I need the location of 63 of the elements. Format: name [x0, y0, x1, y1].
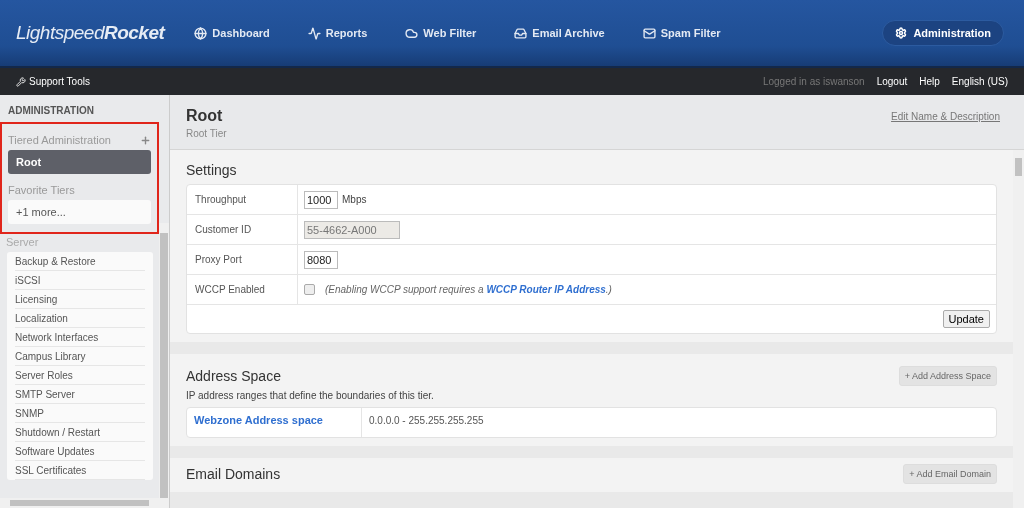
inbox-icon — [514, 26, 528, 40]
nav-link[interactable]: Spam Filter — [642, 26, 721, 40]
support-tools-link[interactable]: Support Tools — [16, 76, 90, 87]
plus-icon[interactable] — [140, 134, 151, 146]
group-title: Server — [5, 235, 40, 250]
header-link[interactable]: Logout — [876, 76, 908, 87]
field-label: WCCP Enabled — [187, 275, 298, 304]
settings-icon — [895, 27, 908, 39]
nav-link[interactable]: Reports — [307, 26, 368, 40]
cloud-icon — [405, 26, 419, 40]
nav-link[interactable]: Dashboard — [194, 26, 270, 40]
menu-item[interactable]: Campus Library — [15, 347, 145, 366]
field-label: Throughput — [187, 185, 298, 214]
page-title: Root — [186, 107, 224, 125]
logo: LightspeedRocket — [16, 22, 165, 44]
logged-in-text: Logged in as iswanson — [762, 76, 865, 87]
menu-item[interactable]: SSL Certificates — [15, 461, 145, 480]
input-field[interactable]: 1000 — [304, 190, 338, 209]
scrollbar[interactable] — [1013, 150, 1024, 508]
menu-item[interactable]: Network Interfaces — [15, 328, 145, 347]
globe-icon — [194, 26, 208, 40]
scrollbar[interactable] — [159, 223, 169, 498]
section-description: IP address ranges that define the boundaries of this tier. — [186, 390, 435, 401]
section-title: Settings — [186, 162, 238, 178]
link[interactable]: WCCP Router IP Address — [486, 284, 606, 295]
menu-item[interactable]: Software Updates — [15, 442, 145, 461]
sidebar-title: ADMINISTRATION — [7, 104, 95, 118]
pulse-icon — [307, 26, 321, 40]
menu-item[interactable]: Licensing — [15, 290, 145, 309]
note-text: (Enabling WCCP support requires a WCCP Router IP Address.) — [325, 284, 612, 295]
menu-item[interactable]: Localization — [15, 309, 145, 328]
header-link[interactable]: Help — [919, 76, 940, 87]
unit-label: Mbps — [342, 194, 367, 205]
section-title: Email Domains — [186, 466, 281, 482]
scrollbar[interactable] — [0, 498, 169, 508]
input-field[interactable]: 8080 — [304, 250, 338, 269]
add-button[interactable]: + Add Email Domain — [903, 464, 997, 484]
group-title: Tiered Administration — [8, 134, 111, 146]
menu-item[interactable]: Shutdown / Restart — [15, 423, 145, 442]
menu-item[interactable]: Backup & Restore — [15, 252, 145, 271]
field-label: Customer ID — [187, 215, 298, 244]
menu-item[interactable]: SMTP Server — [15, 385, 145, 404]
group-title: Favorite Tiers — [8, 184, 75, 196]
envelope-icon — [642, 26, 656, 40]
address-link[interactable]: Webzone Address space — [194, 414, 323, 426]
update-button[interactable]: Update — [942, 310, 990, 328]
field-label: Proxy Port — [187, 245, 298, 274]
checkbox[interactable] — [304, 284, 315, 295]
section-title: Address Space — [186, 368, 281, 384]
header-link[interactable]: English (US) — [951, 76, 1008, 87]
menu-item[interactable]: SNMP — [15, 404, 145, 423]
favorite-item[interactable]: +1 more... — [8, 200, 151, 224]
wrench-icon — [16, 76, 26, 87]
add-button[interactable]: + Add Address Space — [898, 366, 997, 386]
menu-item[interactable]: iSCSI — [15, 271, 145, 290]
nav-link[interactable]: Email Archive — [514, 26, 605, 40]
tier-item[interactable]: Root — [8, 150, 151, 174]
administration-button[interactable]: Administration — [882, 20, 1004, 46]
menu-item[interactable]: Server Roles — [15, 366, 145, 385]
nav-link[interactable]: Web Filter — [405, 26, 477, 40]
page-subtitle: Root Tier — [186, 128, 227, 139]
address-range: 0.0.0.0 - 255.255.255.255 — [368, 414, 485, 428]
edit-link[interactable]: Edit Name & Description — [891, 111, 1000, 139]
